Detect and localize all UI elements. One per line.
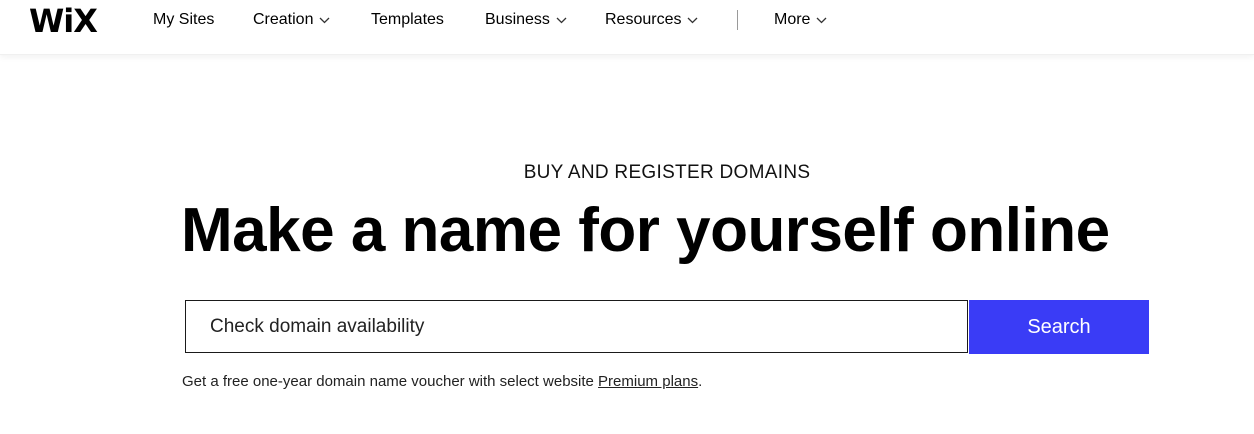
nav-item-templates[interactable]: Templates [371,11,444,29]
nav-item-resources[interactable]: Resources [605,11,698,29]
top-navigation-bar: WiX My Sites Creation Templates Business… [0,0,1254,55]
premium-plans-link[interactable]: Premium plans [598,373,698,390]
chevron-down-icon [688,17,698,24]
chevron-down-icon [816,17,827,24]
chevron-down-icon [320,17,330,24]
nav-item-label: Resources [605,11,682,28]
domain-search-box [185,300,968,353]
nav-item-my-sites[interactable]: My Sites [153,11,214,29]
wix-logo[interactable]: WiX [29,5,98,37]
nav-item-business[interactable]: Business [485,11,567,29]
nav-divider [737,10,738,30]
voucher-note: Get a free one-year domain name voucher … [182,373,702,390]
domain-search-input[interactable] [186,301,967,352]
search-button[interactable]: Search [969,300,1149,354]
nav-item-label: Business [485,11,550,28]
nav-item-label: More [774,11,811,28]
nav-item-label: Creation [253,11,314,28]
nav-item-creation[interactable]: Creation [253,11,330,29]
nav-item-label: My Sites [153,11,215,28]
voucher-text: Get a free one-year domain name voucher … [182,373,599,390]
nav-item-label: Templates [371,11,444,28]
nav-item-more[interactable]: More [774,11,827,29]
hero-headline: Make a name for yourself online [181,196,1110,265]
hero-eyebrow: BUY AND REGISTER DOMAINS [523,162,811,183]
chevron-down-icon [556,17,567,24]
voucher-text-end: . [698,373,703,390]
